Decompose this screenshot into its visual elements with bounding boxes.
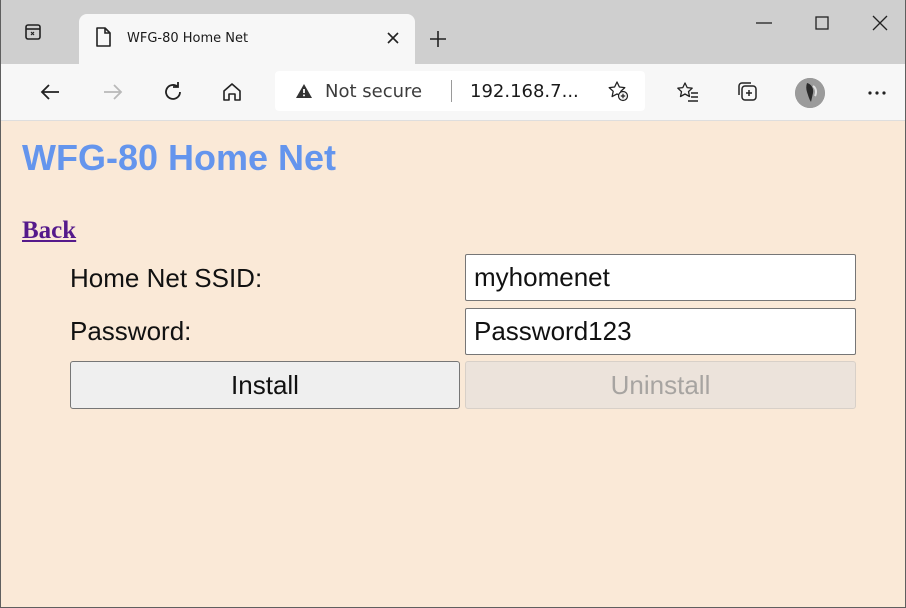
forward-icon[interactable] [101,80,125,104]
ssid-label: Home Net SSID: [70,263,263,293]
tab-actions-icon[interactable] [23,22,43,42]
close-window-icon[interactable] [851,0,905,44]
more-icon[interactable] [865,80,889,104]
tab-title: WFG-80 Home Net [127,31,249,46]
close-icon[interactable] [385,30,401,46]
collections-icon[interactable] [736,80,760,104]
address-separator [451,80,452,102]
browser-window: WFG-80 Home Net Not secure 192.168.7... … [0,0,906,608]
tab-active[interactable]: WFG-80 Home Net [79,14,415,64]
url-text[interactable]: 192.168.7... [470,81,579,102]
back-icon[interactable] [38,80,62,104]
uninstall-button[interactable]: Uninstall [465,361,856,409]
browser-toolbar: Not secure 192.168.7... [1,64,905,121]
install-button[interactable]: Install [70,361,460,409]
security-label[interactable]: Not secure [325,81,422,102]
page-title: WFG-80 Home Net [22,137,337,178]
tab-strip: WFG-80 Home Net [1,0,905,64]
profile-avatar[interactable] [795,78,825,108]
add-favorite-icon[interactable] [607,80,629,102]
maximize-icon[interactable] [793,0,851,44]
plus-icon[interactable] [429,30,447,48]
password-label: Password: [70,316,192,346]
refresh-icon[interactable] [161,80,185,104]
home-icon[interactable] [220,80,244,104]
page-icon [93,26,113,48]
warning-icon[interactable] [295,83,313,99]
page-content: WFG-80 Home Net Back Home Net SSID: Pass… [1,121,905,607]
ssid-input[interactable] [465,254,856,301]
address-bar[interactable]: Not secure 192.168.7... [275,71,645,111]
back-link[interactable]: Back [22,217,76,245]
password-input[interactable] [465,308,856,355]
favorites-icon[interactable] [676,80,700,104]
minimize-icon[interactable] [735,0,793,44]
